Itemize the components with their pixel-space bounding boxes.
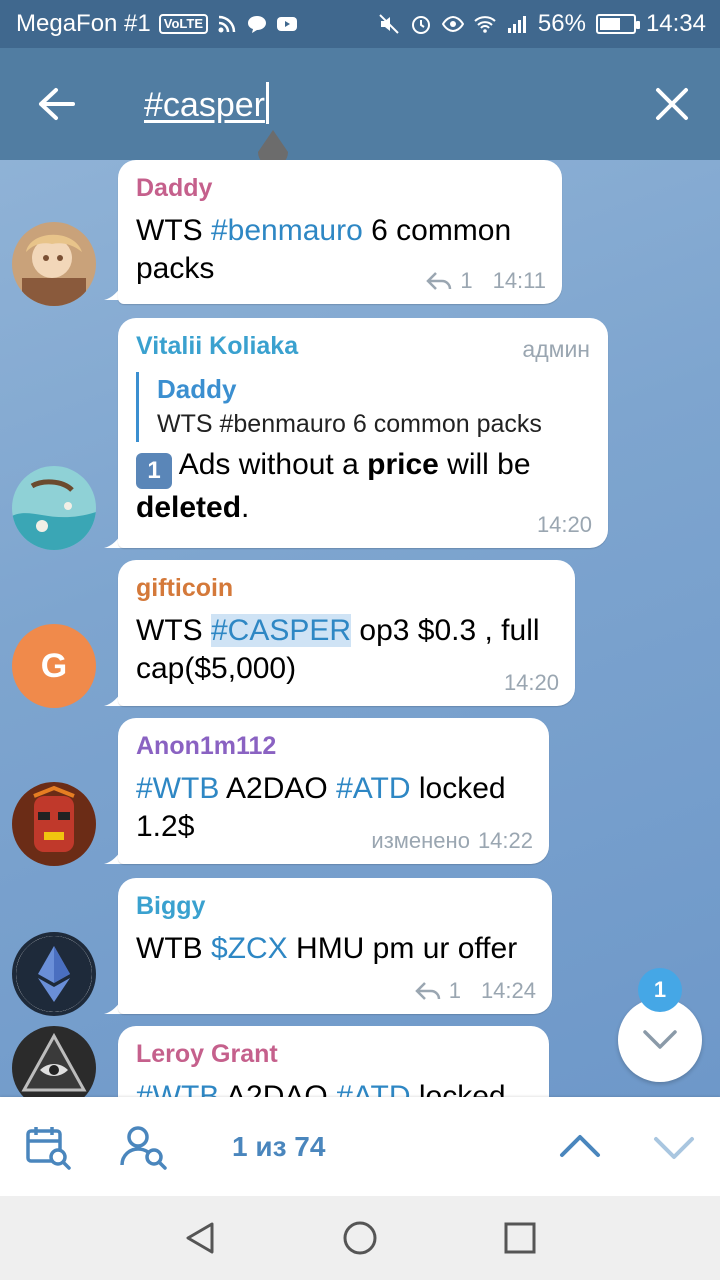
sender-name[interactable]: Daddy — [136, 172, 544, 204]
volte-icon: VoLTE — [158, 14, 209, 34]
mute-icon — [379, 14, 399, 34]
message-bubble[interactable]: Daddy WTS #benmauro 6 common packs 1 14:… — [118, 160, 562, 304]
message-time: 14:22 — [477, 828, 533, 853]
reply-author: Daddy — [157, 374, 237, 404]
message-meta: 14:20 — [537, 512, 592, 538]
user-search-icon[interactable] — [120, 1123, 168, 1171]
reply-count: 1 — [460, 268, 473, 293]
avatar[interactable]: G — [12, 624, 96, 708]
battery-percent: 56% — [537, 10, 586, 37]
text-cursor — [265, 82, 269, 124]
alarm-icon — [411, 16, 430, 34]
message-time: 14:24 — [480, 978, 536, 1003]
battery-icon — [595, 14, 640, 34]
message-time: 14:20 — [536, 512, 592, 537]
message-bubble[interactable]: Vitalii Koliaka админ Daddy WTS #benmaur… — [118, 318, 608, 548]
reply-text: WTS #benmauro 6 common packs — [157, 410, 542, 438]
hashtag-link[interactable]: #WTB — [136, 772, 219, 805]
hashtag-link[interactable]: #ATD — [336, 1080, 410, 1097]
unread-badge: 1 — [638, 968, 682, 1012]
edited-label: изменено — [371, 828, 470, 853]
message-text: WTS #CASPER op3 $0.3 , full cap($5,000) — [136, 614, 540, 685]
hashtag-link[interactable]: #ATD — [336, 772, 410, 805]
reply-count: 1 — [448, 978, 461, 1003]
avatar[interactable] — [12, 466, 96, 550]
sender-name[interactable]: gifticoin — [136, 572, 557, 604]
cashtag-link[interactable]: $ZCX — [211, 932, 288, 965]
status-bar: MegaFon #1 VoLTE 56% 14:34 — [0, 0, 720, 48]
arrow-left-icon[interactable] — [36, 86, 76, 122]
message-bubble[interactable]: Anon1m112 #WTB A2DAO #ATD locked 1.2$ из… — [118, 718, 549, 864]
message-text: #WTB A2DAO #ATD locked — [136, 1078, 531, 1097]
chevron-down-icon — [643, 1030, 677, 1049]
sender-name[interactable]: Leroy Grant — [136, 1038, 531, 1070]
reply-icon — [414, 982, 440, 1000]
rss-icon — [218, 15, 236, 33]
clock: 14:34 — [645, 10, 706, 37]
close-icon[interactable] — [654, 86, 690, 122]
signal-icon — [507, 16, 526, 33]
youtube-icon — [277, 17, 298, 31]
message-time: 14:20 — [503, 670, 559, 695]
message-meta: 1 14:24 — [414, 978, 536, 1004]
chevron-up-icon[interactable] — [556, 1123, 604, 1171]
avatar[interactable] — [12, 932, 96, 1016]
keycap-emoji: 1 — [136, 453, 172, 489]
search-result-counter: 1 из 74 — [232, 1131, 326, 1162]
search-query[interactable]: #casper — [144, 86, 265, 124]
home-circle-icon[interactable] — [342, 1220, 378, 1256]
reply-quote[interactable]: Daddy WTS #benmauro 6 common packs — [136, 372, 590, 442]
sender-name[interactable]: Anon1m112 — [136, 730, 531, 762]
message-bubble[interactable]: Leroy Grant #WTB A2DAO #ATD locked — [118, 1026, 549, 1097]
navigation-bar — [0, 1196, 720, 1280]
hashtag-link[interactable]: #WTB — [136, 1080, 219, 1097]
message-meta: изменено 14:22 — [371, 828, 533, 854]
avatar[interactable] — [12, 222, 96, 306]
eye-icon — [441, 15, 464, 33]
avatar[interactable] — [12, 782, 96, 866]
chat-bubble-icon — [248, 16, 267, 33]
message-text: WTB $ZCX HMU pm ur offer — [136, 932, 518, 965]
search-results-bar: 1 из 74 — [0, 1097, 720, 1196]
recents-square-icon[interactable] — [502, 1220, 538, 1256]
avatar-letter: G — [40, 646, 68, 685]
search-header: #casper — [0, 48, 720, 160]
hashtag-link[interactable]: #benmauro — [211, 214, 363, 247]
message-list[interactable]: Daddy WTS #benmauro 6 common packs 1 14:… — [0, 160, 720, 1097]
back-triangle-icon[interactable] — [182, 1220, 218, 1256]
message-time: 14:11 — [492, 268, 546, 293]
wifi-icon — [474, 16, 496, 33]
chevron-down-icon[interactable] — [650, 1123, 698, 1171]
calendar-search-icon[interactable] — [24, 1123, 72, 1171]
message-text: 1 Ads without a price will be deleted. — [136, 448, 531, 524]
hashtag-link[interactable]: #CASPER — [211, 614, 352, 647]
message-bubble[interactable]: gifticoin WTS #CASPER op3 $0.3 , full ca… — [118, 560, 575, 706]
message-bubble[interactable]: Biggy WTB $ZCX HMU pm ur offer 1 14:24 — [118, 878, 552, 1014]
sender-name[interactable]: Biggy — [136, 890, 534, 922]
admin-label: админ — [522, 336, 590, 362]
avatar[interactable] — [12, 1026, 96, 1097]
message-meta: 1 14:11 — [426, 268, 546, 294]
reply-icon — [426, 272, 452, 290]
search-input[interactable]: #casper — [144, 82, 269, 128]
message-meta: 14:20 — [504, 670, 559, 696]
carrier-label: MegaFon #1 — [16, 10, 151, 37]
